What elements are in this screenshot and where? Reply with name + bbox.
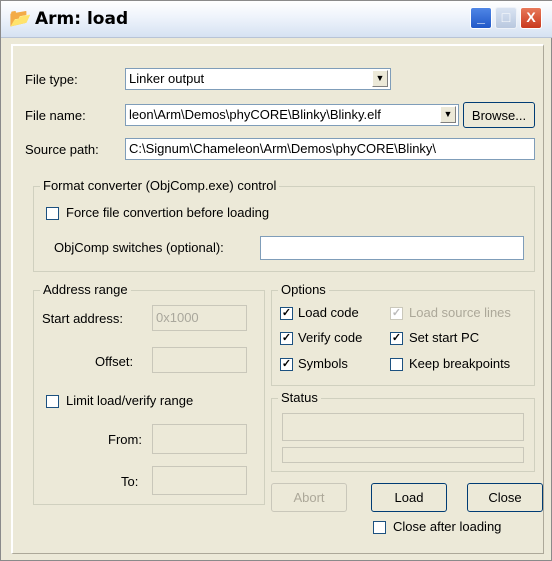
dialog-body: File type: Linker output ▼ File name: le… [11,44,544,554]
options-group: Options ✓ Load code ✓ Load source lines … [271,282,535,386]
keep-breakpoints-checkbox[interactable] [390,358,403,371]
browse-button[interactable]: Browse... [463,102,535,128]
close-window-button[interactable]: X [520,7,542,29]
load-source-lines-checkbox: ✓ [390,307,403,320]
offset-label: Offset: [95,354,134,369]
source-path-input[interactable]: C:\Signum\Chameleon\Arm\Demos\phyCORE\Bl… [125,138,535,160]
keep-breakpoints-label: Keep breakpoints [409,356,511,371]
format-converter-title: Format converter (ObjComp.exe) control [40,178,280,193]
limit-range-label: Limit load/verify range [66,393,194,408]
limit-range-checkbox[interactable] [46,395,59,408]
start-address-input: 0x1000 [152,305,247,331]
objcomp-switches-label: ObjComp switches (optional): [54,240,224,255]
chevron-down-icon[interactable]: ▼ [372,70,388,87]
load-code-label: Load code [298,305,359,320]
from-input [152,424,247,454]
abort-button: Abort [271,483,347,512]
options-title: Options [278,282,329,297]
from-label: From: [108,432,142,447]
title-bar[interactable]: 📂 Arm: load _ □ X [1,1,552,38]
offset-input [152,347,247,373]
status-title: Status [278,390,321,405]
force-convert-checkbox[interactable] [46,207,59,220]
open-folder-icon: 📂 [9,8,32,28]
to-input [152,466,247,495]
load-dialog-window: 📂 Arm: load _ □ X File type: Linker outp… [0,0,552,561]
file-type-label: File type: [25,72,78,87]
progress-bar [282,447,524,463]
source-path-label: Source path: [25,142,99,157]
format-converter-group: Format converter (ObjComp.exe) control F… [33,178,535,272]
load-source-lines-label: Load source lines [409,305,511,320]
address-range-group: Address range Start address: 0x1000 Offs… [33,282,265,505]
set-start-pc-checkbox[interactable]: ✓ [390,332,403,345]
file-name-combo[interactable]: leon\Arm\Demos\phyCORE\Blinky\Blinky.elf… [125,104,459,126]
close-button[interactable]: Close [467,483,543,512]
objcomp-switches-input[interactable] [260,236,524,260]
symbols-checkbox[interactable]: ✓ [280,358,293,371]
window-title: Arm: load [35,9,129,29]
set-start-pc-label: Set start PC [409,330,480,345]
force-convert-label: Force file convertion before loading [66,205,270,220]
minimize-button[interactable]: _ [470,7,492,29]
symbols-label: Symbols [298,356,348,371]
file-type-value: Linker output [129,71,205,86]
load-button[interactable]: Load [371,483,447,512]
close-after-loading-label: Close after loading [393,519,502,534]
address-range-title: Address range [40,282,131,297]
maximize-button[interactable]: □ [495,7,517,29]
verify-code-label: Verify code [298,330,363,345]
status-text-box [282,413,524,441]
chevron-down-icon[interactable]: ▼ [440,106,456,123]
load-code-checkbox[interactable]: ✓ [280,307,293,320]
to-label: To: [121,474,139,489]
file-name-label: File name: [25,108,86,123]
verify-code-checkbox[interactable]: ✓ [280,332,293,345]
status-group: Status [271,390,535,472]
close-after-loading-checkbox[interactable] [373,521,386,534]
file-type-select[interactable]: Linker output ▼ [125,68,391,90]
start-address-label: Start address: [42,311,123,326]
file-name-value: leon\Arm\Demos\phyCORE\Blinky\Blinky.elf [129,107,381,122]
